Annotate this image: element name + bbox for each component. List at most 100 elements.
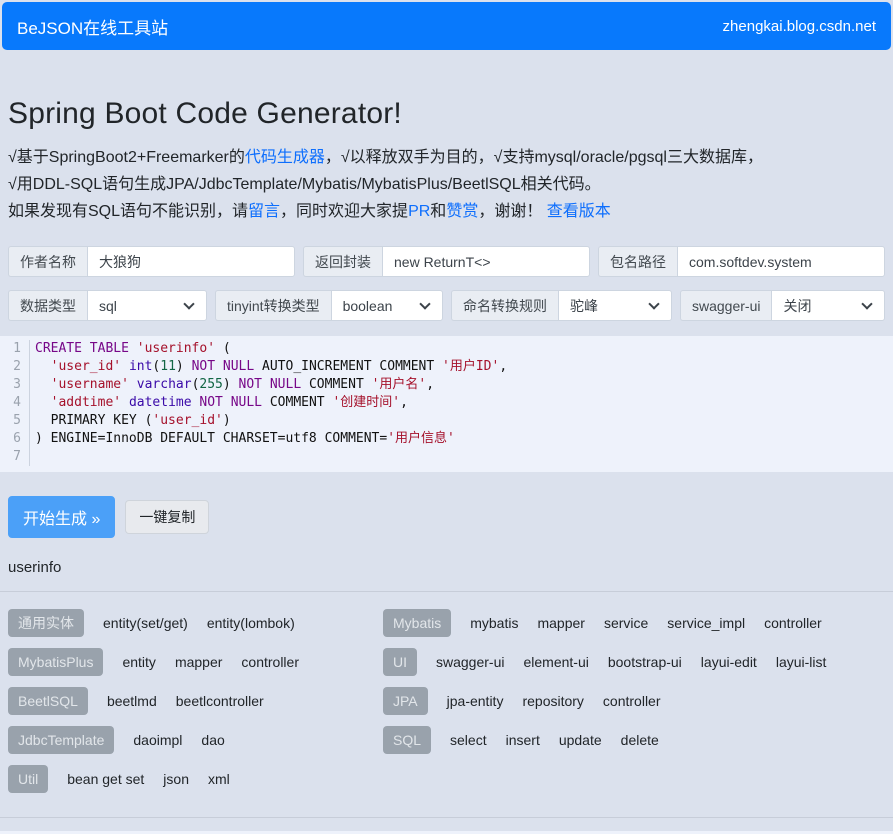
generator-item[interactable]: layui-list [776,654,827,670]
chevron-down-icon [861,298,872,309]
chevron-down-icon [183,298,194,309]
sql-code-editor[interactable]: 1CREATE TABLE 'userinfo' (2 'user_id' in… [0,336,893,472]
tinyint-convert-select[interactable]: boolean [331,290,443,321]
code-line: 4 'addtime' datetime NOT NULL COMMENT '创… [0,394,893,412]
intro-text: ，谢谢！ [478,203,542,220]
chevron-down-icon [648,298,659,309]
author-name-group: 作者名称 [8,246,295,277]
intro-text: 和 [430,203,446,220]
actions-bar: 开始生成 » 一键复制 [0,496,893,538]
line-number: 2 [0,358,30,376]
naming-rule-label: 命名转换规则 [451,290,558,321]
code-generator-link[interactable]: 代码生成器 [245,149,325,166]
code-line: 6) ENGINE=InnoDB DEFAULT CHARSET=utf8 CO… [0,430,893,448]
code-text [30,448,35,466]
generator-category-badge: JPA [383,687,428,715]
generator-category-badge: MybatisPlus [8,648,103,676]
code-line: 7 [0,448,893,466]
author-name-input[interactable] [87,246,295,277]
generator-item[interactable]: update [559,732,602,748]
generator-category-badge: JdbcTemplate [8,726,114,754]
site-brand[interactable]: BeJSON在线工具站 [17,14,168,39]
generator-column-right: Mybatismybatismapperserviceservice_implc… [383,609,885,804]
generator-category-badge: 通用实体 [8,609,84,637]
intro-line-1: √基于SpringBoot2+Freemarker的代码生成器，√以释放双手为目… [8,144,885,171]
code-text: PRIMARY KEY ('user_id') [30,412,231,430]
generator-item[interactable]: mapper [175,654,222,670]
tinyint-convert-group: tinyint转换类型 boolean [215,290,443,321]
generator-category-badge: UI [383,648,417,676]
generator-item[interactable]: xml [208,771,230,787]
chevron-down-icon [419,298,430,309]
generator-item[interactable]: controller [241,654,299,670]
site-url-link[interactable]: zhengkai.blog.csdn.net [723,18,876,35]
intro-text: √基于SpringBoot2+Freemarker的 [8,149,245,166]
divider [0,591,893,592]
leave-message-link[interactable]: 留言 [248,203,280,220]
data-type-select[interactable]: sql [87,290,207,321]
intro-section: Spring Boot Code Generator! √基于SpringBoo… [0,97,893,225]
generator-row: Utilbean get setjsonxml [8,765,383,793]
config-form: 作者名称 返回封装 包名路径 数据类型 sql tinyint转换类型 bool… [0,246,893,321]
generator-item[interactable]: delete [621,732,659,748]
generator-item[interactable]: bootstrap-ui [608,654,682,670]
generator-item[interactable]: daoimpl [133,732,182,748]
generator-grid: 通用实体 entity(set/get) entity(lombok) Mybatis… [0,609,893,804]
generator-item[interactable]: element-ui [523,654,588,670]
generator-row: JdbcTemplate daoimpl dao [8,726,383,754]
swagger-ui-select[interactable]: 关闭 [771,290,885,321]
generator-item[interactable]: controller [764,615,822,631]
generator-item[interactable]: entity(set/get) [103,615,188,631]
generator-item[interactable]: swagger-ui [436,654,504,670]
view-version-link[interactable]: 查看版本 [547,203,611,220]
tab-userinfo[interactable]: userinfo [0,559,80,576]
generator-row: Mybatismybatismapperserviceservice_implc… [383,609,885,637]
generator-item[interactable]: service_impl [667,615,745,631]
generator-category-badge: BeetlSQL [8,687,88,715]
return-wrapper-input[interactable] [382,246,590,277]
generator-item[interactable]: beetlmd [107,693,157,709]
generator-category-badge: SQL [383,726,431,754]
donate-link[interactable]: 赞赏 [446,203,478,220]
swagger-ui-label: swagger-ui [680,290,771,321]
generator-item[interactable]: mybatis [470,615,518,631]
generator-row: UI swagger-ui element-ui bootstrap-ui layui-… [383,648,885,676]
tinyint-convert-label: tinyint转换类型 [215,290,331,321]
intro-description: √基于SpringBoot2+Freemarker的代码生成器，√以释放双手为目… [8,144,885,225]
generator-row: BeetlSQL beetlmd beetlcontroller [8,687,383,715]
intro-text: 如果发现有SQL语句不能识别，请 [8,203,248,220]
generator-item[interactable]: controller [603,693,661,709]
package-path-input[interactable] [677,246,885,277]
generate-button[interactable]: 开始生成 » [8,496,115,538]
generator-item[interactable]: dao [201,732,224,748]
generator-item[interactable]: layui-edit [701,654,757,670]
line-number: 7 [0,448,30,466]
generator-item[interactable]: service [604,615,648,631]
generator-item[interactable]: entity(lombok) [207,615,295,631]
pr-link[interactable]: PR [408,203,430,220]
intro-line-3: 如果发现有SQL语句不能识别，请留言，同时欢迎大家提PR和赞赏，谢谢！ 查看版本 [8,198,885,225]
intro-text: ，同时欢迎大家提 [280,203,408,220]
code-text: ) ENGINE=InnoDB DEFAULT CHARSET=utf8 COM… [30,430,455,448]
generator-row: JPA jpa-entity repository controller [383,687,885,715]
generator-item[interactable]: mapper [537,615,584,631]
naming-rule-select[interactable]: 驼峰 [558,290,672,321]
line-number: 5 [0,412,30,430]
generator-item[interactable]: select [450,732,487,748]
generator-item[interactable]: insert [506,732,540,748]
naming-rule-value: 驼峰 [570,296,650,316]
generator-item[interactable]: repository [522,693,583,709]
generator-item[interactable]: entity [122,654,155,670]
line-number: 4 [0,394,30,412]
code-text: 'user_id' int(11) NOT NULL AUTO_INCREMEN… [30,358,507,376]
generator-item[interactable]: json [163,771,189,787]
copy-button[interactable]: 一键复制 [125,500,209,534]
generator-item[interactable]: beetlcontroller [176,693,264,709]
generator-item[interactable]: jpa-entity [447,693,504,709]
code-text: 'username' varchar(255) NOT NULL COMMENT… [30,376,434,394]
swagger-ui-value: 关闭 [783,296,863,316]
line-number: 3 [0,376,30,394]
code-line: 1CREATE TABLE 'userinfo' ( [0,340,893,358]
naming-rule-group: 命名转换规则 驼峰 [451,290,672,321]
generator-item[interactable]: bean get set [67,771,144,787]
